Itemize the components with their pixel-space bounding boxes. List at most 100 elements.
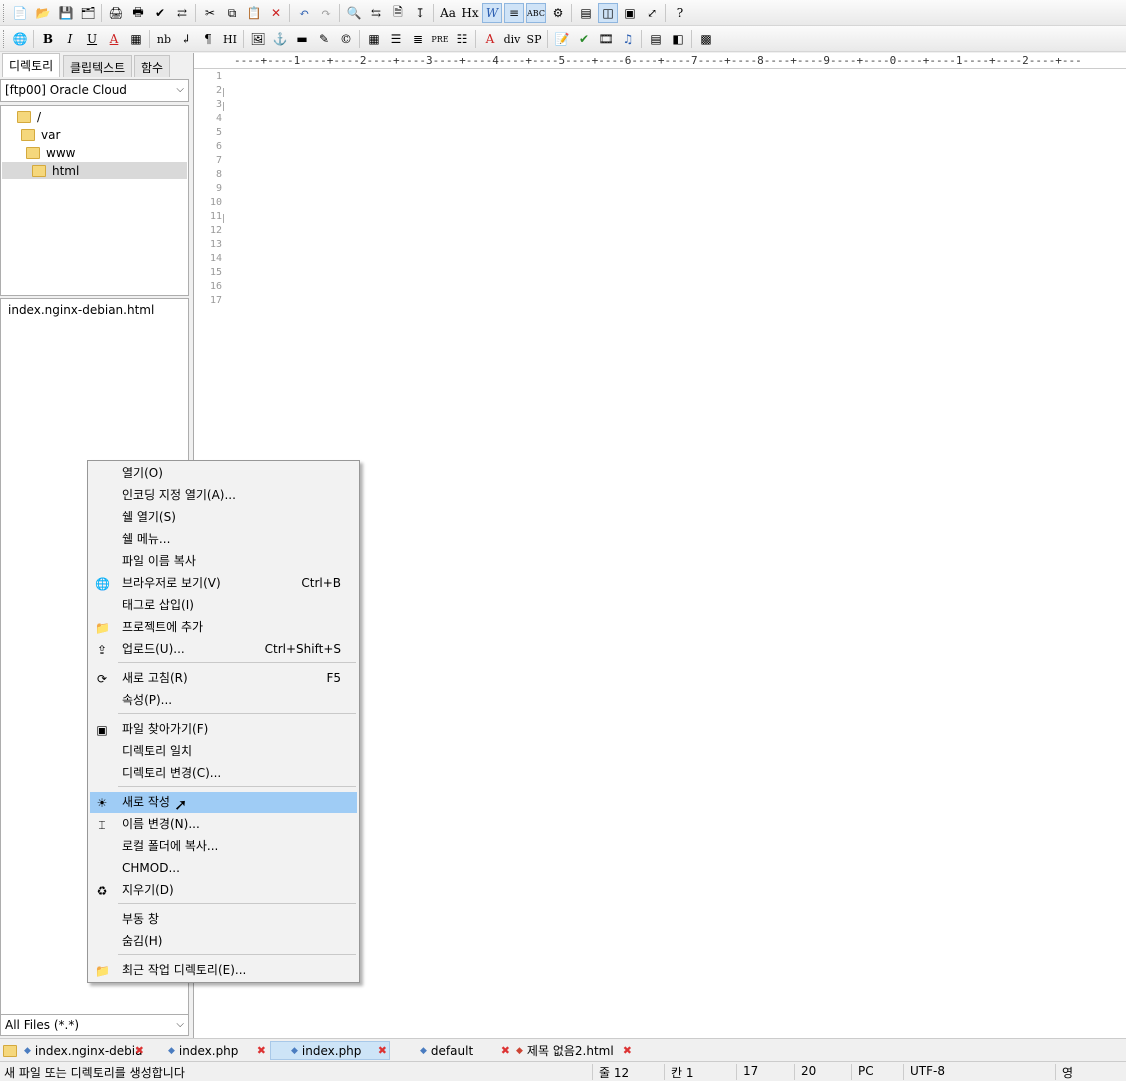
font-size-icon[interactable]: Aa: [438, 3, 458, 23]
paste-icon[interactable]: 📋: [244, 3, 264, 23]
menu-item[interactable]: 인코딩 지정 열기(A)...: [90, 485, 357, 506]
menu-item[interactable]: 📁 프로젝트에 추가: [90, 617, 357, 638]
heading-icon[interactable]: HI: [220, 29, 240, 49]
center-align-icon[interactable]: ≣: [408, 29, 428, 49]
menu-item[interactable]: ☀ 새로 작성: [90, 792, 357, 813]
toolbar-grip[interactable]: [3, 4, 6, 22]
hr-icon[interactable]: ▬: [292, 29, 312, 49]
tree-item-html[interactable]: html: [2, 162, 187, 179]
menu-item[interactable]: 쉘 메뉴...: [90, 529, 357, 550]
external-icon[interactable]: ⤢: [642, 3, 662, 23]
menu-item[interactable]: 숨김(H): [90, 931, 357, 952]
globe-icon[interactable]: 🌐: [10, 29, 30, 49]
tree-item-www[interactable]: www: [26, 144, 75, 161]
music-icon[interactable]: ♫: [618, 29, 638, 49]
tree-item-var[interactable]: var: [21, 126, 60, 143]
menu-item[interactable]: ⌶ 이름 변경(N)...: [90, 814, 357, 835]
copy-icon[interactable]: ⧉: [222, 3, 242, 23]
menu-item[interactable]: ⟳ 새로 고침(R) F5: [90, 668, 357, 689]
undo-icon[interactable]: ↶: [294, 3, 314, 23]
redo-icon[interactable]: ↷: [316, 3, 336, 23]
settings-gear-icon[interactable]: ⚙: [548, 3, 568, 23]
italic-icon[interactable]: I: [60, 29, 80, 49]
menu-item[interactable]: 속성(P)...: [90, 690, 357, 711]
menu-item[interactable]: 디렉토리 일치: [90, 741, 357, 762]
view-browser-icon[interactable]: ▣: [620, 3, 640, 23]
edit-note-icon[interactable]: 📝: [552, 29, 572, 49]
menu-item[interactable]: 태그로 삽입(I): [90, 595, 357, 616]
menu-item[interactable]: ♻ 지우기(D): [90, 880, 357, 901]
close-icon[interactable]: ✖: [257, 1044, 266, 1057]
open-folder-icon[interactable]: 📂: [33, 3, 53, 23]
goto-line-icon[interactable]: ↧: [410, 3, 430, 23]
print-icon[interactable]: 🖶: [128, 3, 148, 23]
close-icon[interactable]: ✖: [378, 1044, 387, 1057]
menu-item[interactable]: 🌐 브라우저로 보기(V) Ctrl+B: [90, 573, 357, 594]
image-icon[interactable]: 🖼: [248, 29, 268, 49]
view-split-icon[interactable]: ◫: [598, 3, 618, 23]
span-icon[interactable]: SP: [524, 29, 544, 49]
underline-icon[interactable]: U: [82, 29, 102, 49]
menu-item[interactable]: 디렉토리 변경(C)...: [90, 763, 357, 784]
tab-untitled2[interactable]: ◆ 제목 없음2.html ✖: [516, 1041, 634, 1060]
save-all-icon[interactable]: 🗂: [78, 3, 98, 23]
tab-index-php-2[interactable]: ◆ index.php ✖: [270, 1041, 390, 1060]
menu-item[interactable]: 파일 이름 복사: [90, 551, 357, 572]
anchor-icon[interactable]: ⚓: [270, 29, 290, 49]
video-icon[interactable]: 🎞: [596, 29, 616, 49]
file-filter-select[interactable]: All Files (*.*) ⌵: [0, 1014, 189, 1036]
nbsp-icon[interactable]: nb: [154, 29, 174, 49]
find-in-files-icon[interactable]: 🗎: [388, 3, 408, 23]
font-color-icon[interactable]: A: [104, 29, 124, 49]
toolbar-grip-2[interactable]: [3, 30, 6, 48]
menu-item[interactable]: 로컬 폴더에 복사...: [90, 836, 357, 857]
menu-item[interactable]: ⇪ 업로드(U)... Ctrl+Shift+S: [90, 639, 357, 660]
list-icon[interactable]: ☷: [452, 29, 472, 49]
color-grid-icon[interactable]: ▦: [126, 29, 146, 49]
font-tag-icon[interactable]: A: [480, 29, 500, 49]
pre-icon[interactable]: PRE: [430, 29, 450, 49]
file-item[interactable]: index.nginx-debian.html: [8, 301, 154, 318]
indent-icon[interactable]: ≡: [504, 3, 524, 23]
cut-icon[interactable]: ✂: [200, 3, 220, 23]
menu-item[interactable]: CHMOD...: [90, 858, 357, 879]
snippet-icon[interactable]: ◧: [668, 29, 688, 49]
abc-spell-icon[interactable]: ABC: [526, 3, 546, 23]
convert-icon[interactable]: ⇄: [172, 3, 192, 23]
table-icon[interactable]: ▦: [364, 29, 384, 49]
view-list-icon[interactable]: ▤: [576, 3, 596, 23]
spellcheck-icon[interactable]: ✔: [150, 3, 170, 23]
menu-item[interactable]: 부동 창: [90, 909, 357, 930]
palette-icon[interactable]: ▩: [696, 29, 716, 49]
server-select[interactable]: [ftp00] Oracle Cloud ⌵: [0, 79, 189, 102]
form-icon[interactable]: ☰: [386, 29, 406, 49]
paragraph-icon[interactable]: ¶: [198, 29, 218, 49]
tab-default[interactable]: ◆ default ✖: [420, 1041, 512, 1060]
tab-cliptext[interactable]: 클립텍스트: [63, 55, 133, 77]
close-icon[interactable]: ✖: [501, 1044, 510, 1057]
close-icon[interactable]: ✖: [135, 1044, 144, 1057]
replace-icon[interactable]: ⇆: [366, 3, 386, 23]
highlight-icon[interactable]: ✎: [314, 29, 334, 49]
find-icon[interactable]: 🔍: [344, 3, 364, 23]
tab-index-php-1[interactable]: ◆ index.php ✖: [168, 1041, 268, 1060]
tree-item-root[interactable]: /: [17, 108, 41, 125]
line-break-icon[interactable]: ↲: [176, 29, 196, 49]
menu-item[interactable]: 열기(O): [90, 463, 357, 484]
bold-icon[interactable]: B: [38, 29, 58, 49]
menu-item[interactable]: ▣ 파일 찾아가기(F): [90, 719, 357, 740]
div-icon[interactable]: div: [502, 29, 522, 49]
folder-icon[interactable]: [3, 1041, 23, 1060]
close-icon[interactable]: ✖: [623, 1044, 632, 1057]
check-icon[interactable]: ✔: [574, 29, 594, 49]
save-icon[interactable]: 💾: [56, 3, 76, 23]
new-file-icon[interactable]: 📄: [10, 3, 30, 23]
tab-directory[interactable]: 디렉토리: [2, 53, 61, 77]
menu-item[interactable]: 📁 최근 작업 디렉토리(E)...: [90, 960, 357, 981]
copyright-icon[interactable]: ©: [336, 29, 356, 49]
hx-heading-icon[interactable]: Hx: [460, 3, 480, 23]
help-pointer-icon[interactable]: ?: [670, 3, 690, 23]
delete-icon[interactable]: ✕: [266, 3, 286, 23]
tab-index-nginx[interactable]: ◆ index.nginx-debia ✖: [24, 1041, 146, 1060]
menu-item[interactable]: 쉘 열기(S): [90, 507, 357, 528]
